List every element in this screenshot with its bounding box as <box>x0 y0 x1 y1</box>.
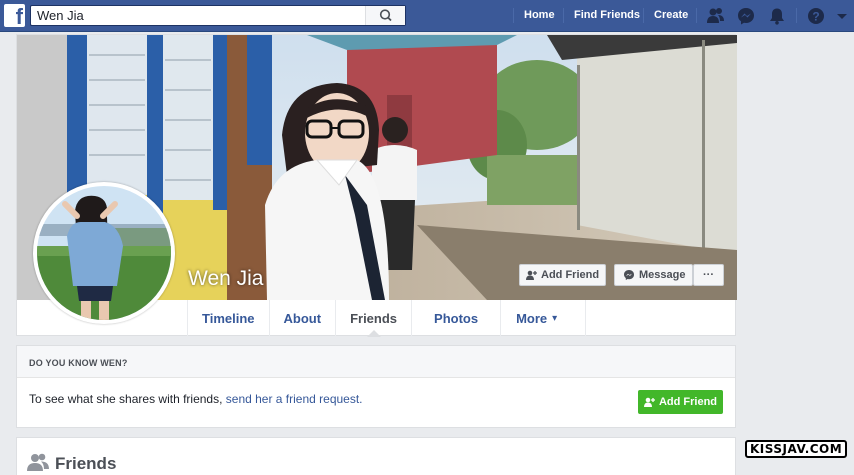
search-icon <box>379 9 392 22</box>
add-friend-label: Add Friend <box>541 269 600 281</box>
chevron-down-icon: ▾ <box>552 312 558 324</box>
friends-section: Friends <box>16 437 736 475</box>
notifications-icon[interactable] <box>767 6 787 26</box>
account-menu-icon[interactable] <box>836 6 848 26</box>
search-box <box>30 5 406 26</box>
watermark: KISSJAV.COM <box>745 440 848 458</box>
send-friend-request-link[interactable]: send her a friend request. <box>226 392 363 406</box>
add-friend-green-button[interactable]: Add Friend <box>638 390 723 414</box>
nav-create-link[interactable]: Create <box>654 9 688 21</box>
nav-divider <box>513 8 514 23</box>
add-friend-icon <box>526 270 537 280</box>
tab-more[interactable]: More ▾ <box>500 300 587 336</box>
search-input[interactable] <box>31 6 371 25</box>
search-button[interactable] <box>365 6 405 25</box>
profile-picture[interactable] <box>33 182 175 324</box>
friends-icon <box>27 453 49 471</box>
nav-find-friends-link[interactable]: Find Friends <box>574 9 640 21</box>
nav-divider <box>796 8 797 23</box>
svg-text:?: ? <box>812 10 819 24</box>
messenger-icon <box>624 270 634 280</box>
tab-about[interactable]: About <box>268 300 336 336</box>
more-dots-icon: ··· <box>703 269 714 281</box>
tab-photos-label: Photos <box>434 310 479 326</box>
tab-more-label: More <box>516 310 548 326</box>
do-you-know-header: DO YOU KNOW WEN? <box>17 346 735 378</box>
do-you-know-card: DO YOU KNOW WEN? To see what she shares … <box>16 345 736 428</box>
message-label: Message <box>639 269 686 281</box>
nav-divider <box>643 8 644 23</box>
do-you-know-text: To see what she shares with friends, sen… <box>29 392 363 406</box>
add-friend-icon <box>643 397 655 407</box>
friends-title: Friends <box>55 454 117 473</box>
tab-timeline[interactable]: Timeline <box>187 300 269 336</box>
facebook-logo[interactable]: f <box>4 4 25 29</box>
profile-header-card: Wen Jia Add Friend Message ··· Timeline … <box>16 34 737 337</box>
message-button[interactable]: Message <box>614 264 693 286</box>
add-friend-button[interactable]: Add Friend <box>519 264 607 286</box>
profile-name: Wen Jia <box>188 267 264 290</box>
help-icon[interactable]: ? <box>806 6 826 26</box>
nav-home-link[interactable]: Home <box>524 9 555 21</box>
tab-timeline-label: Timeline <box>202 310 255 326</box>
top-navigation-bar: f Home Find Friends Create ? <box>0 0 854 32</box>
tab-friends[interactable]: Friends <box>335 300 411 337</box>
nav-divider <box>696 8 697 23</box>
add-friend-green-label: Add Friend <box>658 396 718 408</box>
messenger-icon[interactable] <box>736 6 756 26</box>
do-you-know-text-prefix: To see what she shares with friends, <box>29 392 226 406</box>
tab-photos[interactable]: Photos <box>411 300 500 336</box>
nav-divider <box>563 8 564 23</box>
friend-requests-icon[interactable] <box>705 6 725 26</box>
profile-picture-image <box>37 186 171 320</box>
profile-tabs: Timeline About Friends Photos More ▾ <box>187 300 587 337</box>
tab-friends-label: Friends <box>350 310 398 326</box>
more-options-button[interactable]: ··· <box>693 264 724 286</box>
tab-about-label: About <box>283 310 322 326</box>
